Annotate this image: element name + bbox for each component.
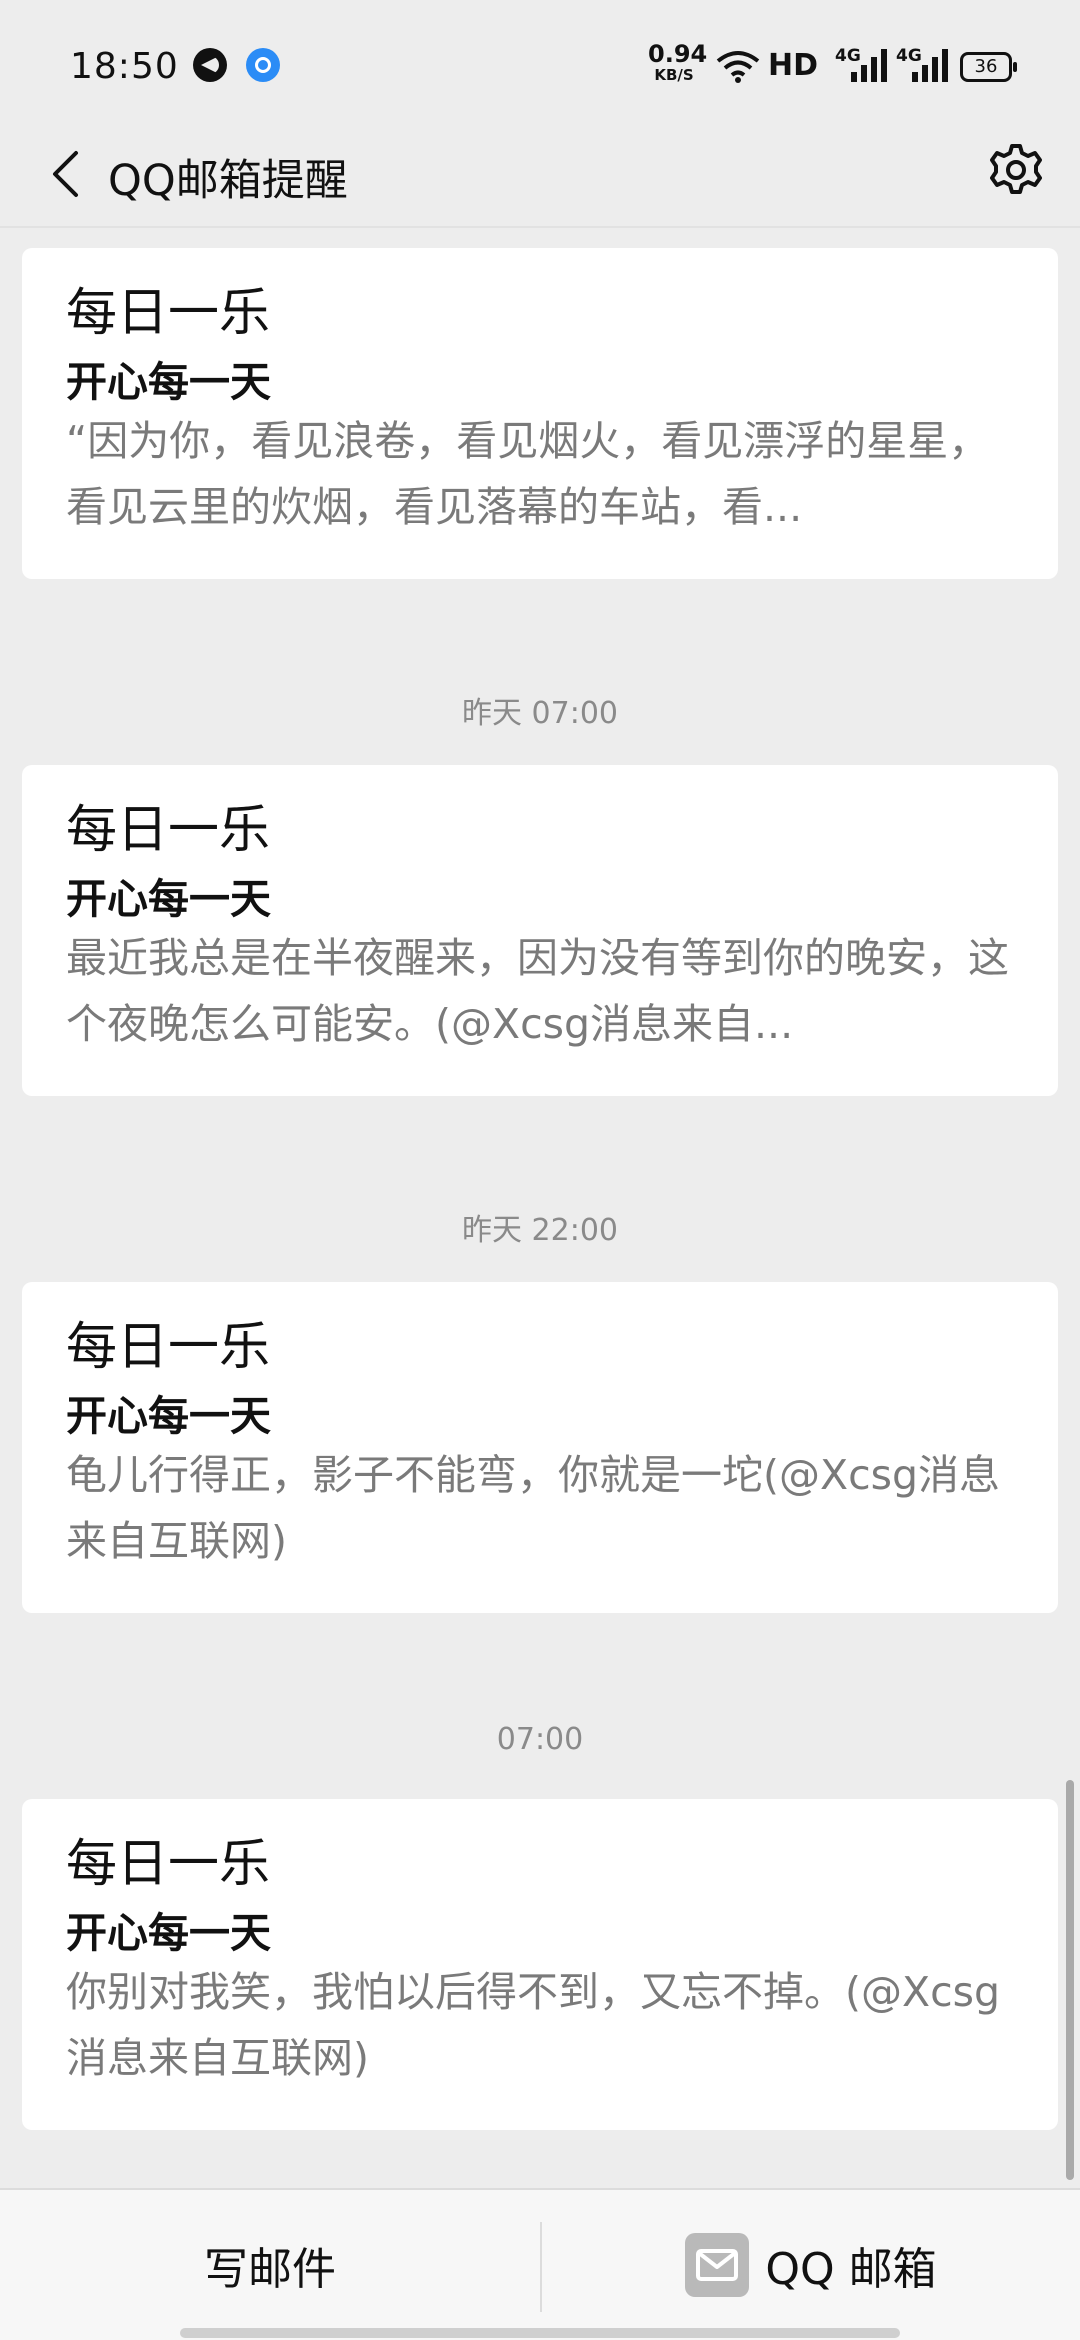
card-subtitle: 开心每一天 bbox=[66, 358, 271, 406]
page-title: QQ邮箱提醒 bbox=[108, 156, 348, 206]
card-subtitle: 开心每一天 bbox=[66, 875, 271, 923]
bottom-bar: 写邮件 QQ 邮箱 bbox=[0, 2188, 1080, 2340]
timestamp: 昨天 07:00 bbox=[462, 696, 618, 731]
network-speed: 0.94 KB/S bbox=[648, 40, 708, 84]
chevron-left-icon bbox=[50, 149, 80, 203]
card-subtitle: 开心每一天 bbox=[66, 1909, 271, 1957]
wifi-icon bbox=[716, 50, 760, 88]
timestamp: 07:00 bbox=[496, 1722, 584, 1757]
message-card[interactable]: 每日一乐 开心每一天 你别对我笑，我怕以后得不到，又忘不掉。(@Xcsg消息来自… bbox=[22, 1799, 1058, 2130]
hd-voice-label: HD bbox=[768, 48, 819, 83]
home-indicator[interactable] bbox=[180, 2328, 900, 2338]
screen: 18:50 0.94 KB/S HD 4G 4G 36 QQ邮箱提醒 每日一乐 … bbox=[0, 0, 1080, 2340]
envelope-icon bbox=[685, 2233, 750, 2297]
card-title: 每日一乐 bbox=[66, 284, 271, 343]
gear-icon bbox=[988, 142, 1044, 202]
card-body: 你别对我笑，我怕以后得不到，又忘不掉。(@Xcsg消息来自互联网) bbox=[66, 1968, 1001, 2082]
signal-sim2-icon: 4G bbox=[896, 46, 954, 86]
card-title: 每日一乐 bbox=[66, 1835, 271, 1894]
card-body: “因为你，看见浪卷，看见烟火，看见漂浮的星星，看见云里的炊烟，看见落幕的车站，看… bbox=[66, 417, 990, 531]
compose-mail-label: 写邮件 bbox=[204, 2244, 336, 2295]
card-title: 每日一乐 bbox=[66, 1318, 271, 1377]
back-button[interactable] bbox=[30, 136, 100, 216]
app-notification-icon bbox=[193, 48, 227, 82]
message-card[interactable]: 每日一乐 开心每一天 “因为你，看见浪卷，看见烟火，看见漂浮的星星，看见云里的炊… bbox=[22, 248, 1058, 579]
signal-sim1-icon: 4G bbox=[835, 46, 893, 86]
battery-icon: 36 bbox=[960, 52, 1017, 82]
message-card[interactable]: 每日一乐 开心每一天 最近我总是在半夜醒来，因为没有等到你的晚安，这个夜晚怎么可… bbox=[22, 765, 1058, 1096]
scrollbar[interactable] bbox=[1066, 1780, 1074, 2180]
card-body: 最近我总是在半夜醒来，因为没有等到你的晚安，这个夜晚怎么可能安。(@Xcsg消息… bbox=[66, 934, 1009, 1048]
title-bar: QQ邮箱提醒 bbox=[0, 130, 1080, 226]
status-bar: 18:50 0.94 KB/S HD 4G 4G 36 bbox=[0, 0, 1080, 130]
compose-mail-button[interactable]: 写邮件 bbox=[0, 2190, 540, 2340]
status-time: 18:50 bbox=[70, 46, 179, 87]
message-card[interactable]: 每日一乐 开心每一天 龟儿行得正，影子不能弯，你就是一坨(@Xcsg消息来自互联… bbox=[22, 1282, 1058, 1613]
browser-notification-icon bbox=[246, 48, 280, 82]
card-body: 龟儿行得正，影子不能弯，你就是一坨(@Xcsg消息来自互联网) bbox=[66, 1451, 1001, 1565]
open-qq-mailbox-button[interactable]: QQ 邮箱 bbox=[542, 2190, 1080, 2340]
qq-mailbox-label: QQ 邮箱 bbox=[765, 2244, 937, 2295]
card-subtitle: 开心每一天 bbox=[66, 1392, 271, 1440]
timestamp: 昨天 22:00 bbox=[462, 1213, 618, 1248]
message-feed[interactable]: 每日一乐 开心每一天 “因为你，看见浪卷，看见烟火，看见漂浮的星星，看见云里的炊… bbox=[0, 228, 1080, 2188]
card-title: 每日一乐 bbox=[66, 801, 271, 860]
settings-button[interactable] bbox=[976, 132, 1056, 212]
